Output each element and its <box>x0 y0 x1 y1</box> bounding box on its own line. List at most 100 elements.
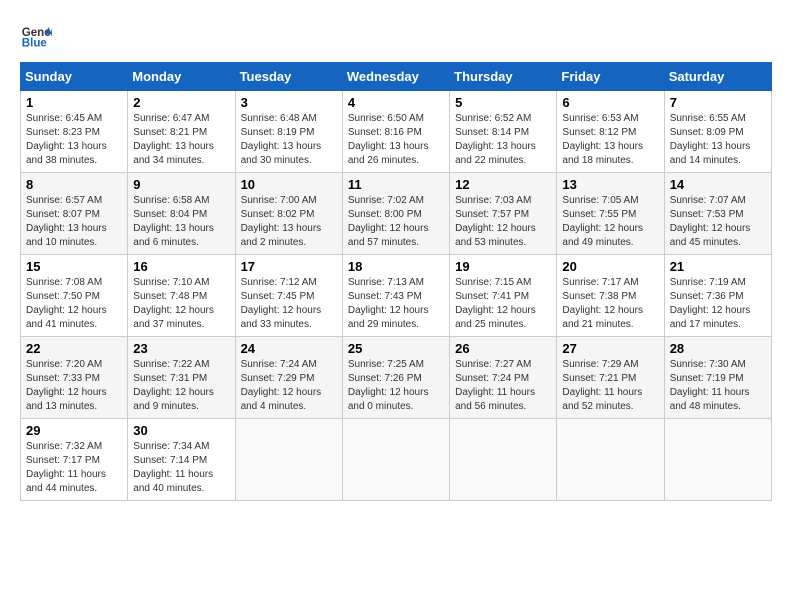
weekday-header-row: SundayMondayTuesdayWednesdayThursdayFrid… <box>21 63 772 91</box>
calendar-cell: 23 Sunrise: 7:22 AM Sunset: 7:31 PM Dayl… <box>128 337 235 419</box>
weekday-monday: Monday <box>128 63 235 91</box>
sunset-label: Sunset: 7:38 PM <box>562 291 636 302</box>
day-number: 17 <box>241 259 337 274</box>
day-number: 15 <box>26 259 122 274</box>
day-number: 8 <box>26 177 122 192</box>
sunset-label: Sunset: 7:36 PM <box>670 291 744 302</box>
daylight-label: Daylight: 13 hours and 18 minutes. <box>562 141 643 166</box>
day-number: 10 <box>241 177 337 192</box>
daylight-label: Daylight: 13 hours and 26 minutes. <box>348 141 429 166</box>
sunrise-label: Sunrise: 7:32 AM <box>26 441 102 452</box>
sunrise-label: Sunrise: 7:19 AM <box>670 277 746 288</box>
calendar-cell: 20 Sunrise: 7:17 AM Sunset: 7:38 PM Dayl… <box>557 255 664 337</box>
daylight-label: Daylight: 11 hours and 40 minutes. <box>133 469 213 494</box>
daylight-label: Daylight: 13 hours and 30 minutes. <box>241 141 322 166</box>
calendar-cell: 12 Sunrise: 7:03 AM Sunset: 7:57 PM Dayl… <box>450 173 557 255</box>
sunrise-label: Sunrise: 7:15 AM <box>455 277 531 288</box>
sunrise-label: Sunrise: 7:13 AM <box>348 277 424 288</box>
sunrise-label: Sunrise: 7:25 AM <box>348 359 424 370</box>
daylight-label: Daylight: 12 hours and 33 minutes. <box>241 305 322 330</box>
day-number: 22 <box>26 341 122 356</box>
day-info: Sunrise: 7:12 AM Sunset: 7:45 PM Dayligh… <box>241 276 337 332</box>
calendar-cell: 4 Sunrise: 6:50 AM Sunset: 8:16 PM Dayli… <box>342 91 449 173</box>
calendar-cell: 26 Sunrise: 7:27 AM Sunset: 7:24 PM Dayl… <box>450 337 557 419</box>
calendar-cell: 10 Sunrise: 7:00 AM Sunset: 8:02 PM Dayl… <box>235 173 342 255</box>
calendar-cell: 3 Sunrise: 6:48 AM Sunset: 8:19 PM Dayli… <box>235 91 342 173</box>
sunset-label: Sunset: 7:21 PM <box>562 373 636 384</box>
sunrise-label: Sunrise: 7:22 AM <box>133 359 209 370</box>
sunrise-label: Sunrise: 6:57 AM <box>26 195 102 206</box>
calendar-cell <box>664 419 771 501</box>
sunrise-label: Sunrise: 7:17 AM <box>562 277 638 288</box>
daylight-label: Daylight: 12 hours and 29 minutes. <box>348 305 429 330</box>
day-number: 25 <box>348 341 444 356</box>
day-number: 16 <box>133 259 229 274</box>
day-number: 27 <box>562 341 658 356</box>
daylight-label: Daylight: 12 hours and 13 minutes. <box>26 387 107 412</box>
day-info: Sunrise: 7:34 AM Sunset: 7:14 PM Dayligh… <box>133 440 229 496</box>
day-info: Sunrise: 7:22 AM Sunset: 7:31 PM Dayligh… <box>133 358 229 414</box>
weekday-sunday: Sunday <box>21 63 128 91</box>
svg-text:Blue: Blue <box>22 38 48 50</box>
sunset-label: Sunset: 7:50 PM <box>26 291 100 302</box>
day-info: Sunrise: 6:53 AM Sunset: 8:12 PM Dayligh… <box>562 112 658 168</box>
logo-icon: General Blue <box>20 20 52 52</box>
daylight-label: Daylight: 12 hours and 37 minutes. <box>133 305 214 330</box>
sunset-label: Sunset: 7:24 PM <box>455 373 529 384</box>
daylight-label: Daylight: 11 hours and 52 minutes. <box>562 387 642 412</box>
day-number: 9 <box>133 177 229 192</box>
sunrise-label: Sunrise: 6:52 AM <box>455 113 531 124</box>
sunrise-label: Sunrise: 6:55 AM <box>670 113 746 124</box>
day-number: 3 <box>241 95 337 110</box>
sunrise-label: Sunrise: 6:58 AM <box>133 195 209 206</box>
daylight-label: Daylight: 12 hours and 4 minutes. <box>241 387 322 412</box>
sunset-label: Sunset: 8:21 PM <box>133 127 207 138</box>
daylight-label: Daylight: 12 hours and 9 minutes. <box>133 387 214 412</box>
sunset-label: Sunset: 7:55 PM <box>562 209 636 220</box>
sunrise-label: Sunrise: 7:20 AM <box>26 359 102 370</box>
day-info: Sunrise: 6:57 AM Sunset: 8:07 PM Dayligh… <box>26 194 122 250</box>
sunrise-label: Sunrise: 7:07 AM <box>670 195 746 206</box>
sunrise-label: Sunrise: 7:34 AM <box>133 441 209 452</box>
day-info: Sunrise: 7:08 AM Sunset: 7:50 PM Dayligh… <box>26 276 122 332</box>
calendar-cell: 22 Sunrise: 7:20 AM Sunset: 7:33 PM Dayl… <box>21 337 128 419</box>
sunset-label: Sunset: 8:23 PM <box>26 127 100 138</box>
week-row-2: 8 Sunrise: 6:57 AM Sunset: 8:07 PM Dayli… <box>21 173 772 255</box>
weekday-thursday: Thursday <box>450 63 557 91</box>
day-number: 20 <box>562 259 658 274</box>
calendar-cell: 8 Sunrise: 6:57 AM Sunset: 8:07 PM Dayli… <box>21 173 128 255</box>
week-row-5: 29 Sunrise: 7:32 AM Sunset: 7:17 PM Dayl… <box>21 419 772 501</box>
day-info: Sunrise: 7:07 AM Sunset: 7:53 PM Dayligh… <box>670 194 766 250</box>
day-info: Sunrise: 7:25 AM Sunset: 7:26 PM Dayligh… <box>348 358 444 414</box>
sunset-label: Sunset: 8:07 PM <box>26 209 100 220</box>
day-info: Sunrise: 7:29 AM Sunset: 7:21 PM Dayligh… <box>562 358 658 414</box>
calendar-cell: 6 Sunrise: 6:53 AM Sunset: 8:12 PM Dayli… <box>557 91 664 173</box>
daylight-label: Daylight: 11 hours and 44 minutes. <box>26 469 106 494</box>
sunset-label: Sunset: 8:02 PM <box>241 209 315 220</box>
sunset-label: Sunset: 7:33 PM <box>26 373 100 384</box>
weekday-friday: Friday <box>557 63 664 91</box>
day-number: 14 <box>670 177 766 192</box>
calendar-cell: 7 Sunrise: 6:55 AM Sunset: 8:09 PM Dayli… <box>664 91 771 173</box>
day-number: 26 <box>455 341 551 356</box>
daylight-label: Daylight: 13 hours and 22 minutes. <box>455 141 536 166</box>
calendar-cell: 15 Sunrise: 7:08 AM Sunset: 7:50 PM Dayl… <box>21 255 128 337</box>
calendar-cell: 27 Sunrise: 7:29 AM Sunset: 7:21 PM Dayl… <box>557 337 664 419</box>
day-number: 7 <box>670 95 766 110</box>
day-number: 29 <box>26 423 122 438</box>
day-number: 19 <box>455 259 551 274</box>
day-info: Sunrise: 7:32 AM Sunset: 7:17 PM Dayligh… <box>26 440 122 496</box>
sunrise-label: Sunrise: 7:10 AM <box>133 277 209 288</box>
sunrise-label: Sunrise: 7:24 AM <box>241 359 317 370</box>
weekday-wednesday: Wednesday <box>342 63 449 91</box>
sunrise-label: Sunrise: 6:45 AM <box>26 113 102 124</box>
week-row-1: 1 Sunrise: 6:45 AM Sunset: 8:23 PM Dayli… <box>21 91 772 173</box>
weekday-saturday: Saturday <box>664 63 771 91</box>
calendar-cell: 29 Sunrise: 7:32 AM Sunset: 7:17 PM Dayl… <box>21 419 128 501</box>
calendar-cell: 25 Sunrise: 7:25 AM Sunset: 7:26 PM Dayl… <box>342 337 449 419</box>
day-info: Sunrise: 6:47 AM Sunset: 8:21 PM Dayligh… <box>133 112 229 168</box>
sunrise-label: Sunrise: 7:27 AM <box>455 359 531 370</box>
day-number: 24 <box>241 341 337 356</box>
daylight-label: Daylight: 12 hours and 57 minutes. <box>348 223 429 248</box>
daylight-label: Daylight: 13 hours and 38 minutes. <box>26 141 107 166</box>
